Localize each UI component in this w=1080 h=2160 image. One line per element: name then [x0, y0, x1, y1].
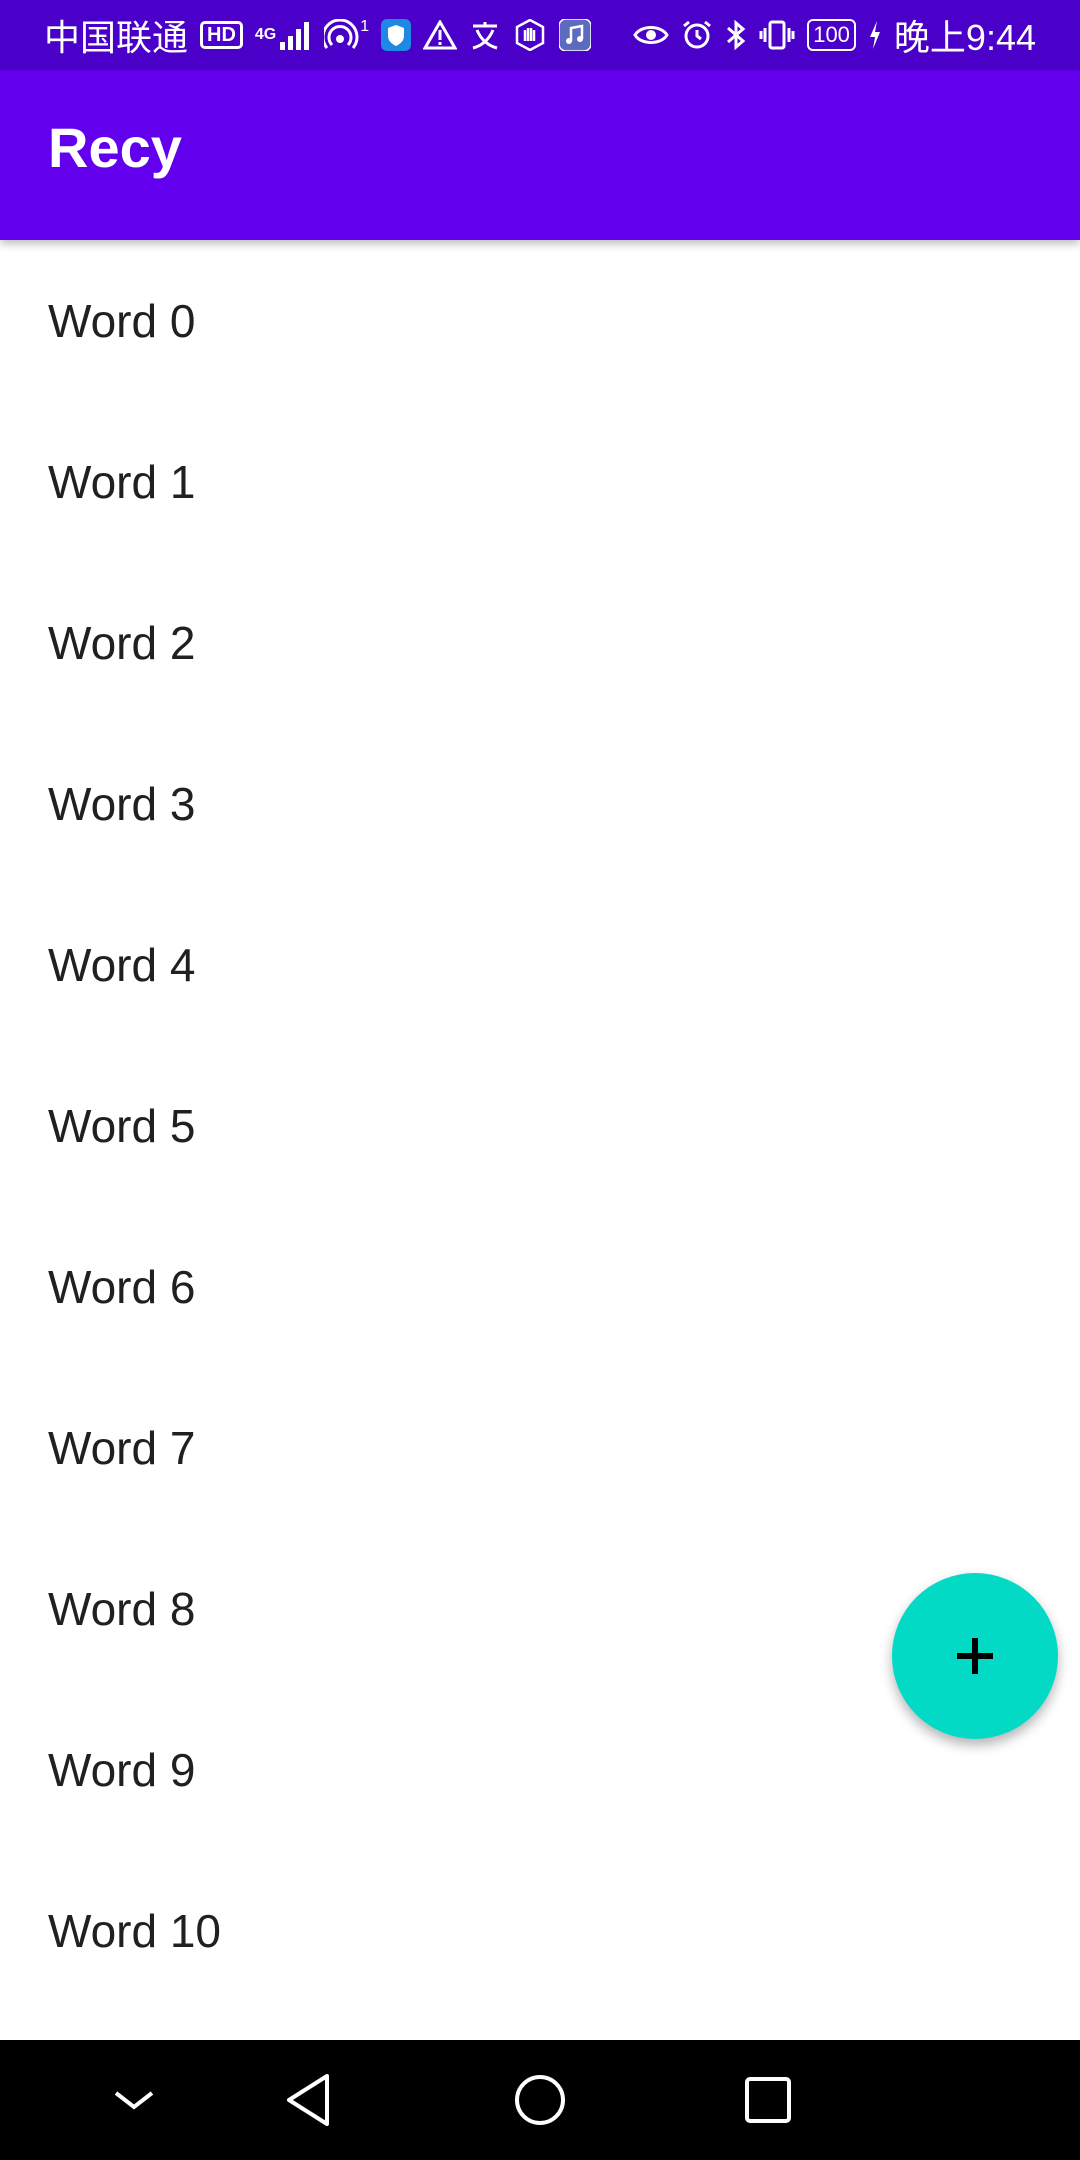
warning-icon	[423, 20, 458, 50]
list-item[interactable]: Word 2	[0, 562, 1080, 723]
list-item[interactable]: Word 0	[0, 240, 1080, 401]
list-item[interactable]: Word 1	[0, 401, 1080, 562]
back-button[interactable]	[268, 2060, 348, 2140]
battery-icon: 100	[807, 19, 856, 51]
eye-icon	[633, 22, 669, 48]
app-bar: Recy	[0, 70, 1080, 240]
battery-level: 100	[813, 22, 850, 47]
word-label: Word 4	[48, 938, 196, 991]
recents-icon	[745, 2077, 791, 2123]
word-label: Word 9	[48, 1743, 196, 1796]
list-item[interactable]: Word 3	[0, 723, 1080, 884]
signal-icon: 4G	[255, 20, 312, 50]
word-list[interactable]: Word 0 Word 1 Word 2 Word 3 Word 4 Word 5 Word…	[0, 240, 1080, 2040]
translate-icon	[469, 20, 501, 50]
hd-icon: HD	[200, 21, 243, 49]
alarm-icon	[681, 19, 713, 51]
recents-button[interactable]	[728, 2060, 808, 2140]
word-label: Word 5	[48, 1099, 196, 1152]
home-button[interactable]	[500, 2060, 580, 2140]
hand-icon	[513, 19, 547, 51]
list-item[interactable]: Word 6	[0, 1206, 1080, 1367]
list-item[interactable]: Word 10	[0, 1850, 1080, 2011]
word-label: Word 2	[48, 616, 196, 669]
app-title: Recy	[48, 116, 182, 179]
status-right: 100 晚上9:44	[633, 9, 1036, 61]
back-icon	[287, 2074, 329, 2126]
add-word-fab[interactable]	[892, 1573, 1058, 1739]
collapse-button[interactable]	[94, 2060, 174, 2140]
charging-icon	[868, 20, 882, 50]
signal-bars	[280, 22, 310, 50]
navigation-bar	[0, 2040, 1080, 2160]
word-label: Word 6	[48, 1260, 196, 1313]
word-label: Word 10	[48, 1904, 222, 1957]
carrier-label: 中国联通	[44, 17, 189, 58]
music-icon	[559, 19, 592, 51]
network-type-label: 4G	[254, 26, 277, 43]
list-item[interactable]: Word 5	[0, 1045, 1080, 1206]
status-left: 中国联通 HD 4G 1	[44, 9, 592, 61]
shield-icon	[381, 19, 412, 51]
status-bar: 中国联通 HD 4G 1 100 晚上9:44	[0, 0, 1080, 70]
bluetooth-icon	[725, 19, 747, 51]
word-label: Word 1	[48, 455, 196, 508]
list-item[interactable]: Word 4	[0, 884, 1080, 1045]
word-label: Word 8	[48, 1582, 196, 1635]
clock: 晚上9:44	[893, 17, 1036, 58]
word-label: Word 7	[48, 1421, 196, 1474]
word-label: Word 0	[48, 294, 196, 347]
hotspot-icon: 1	[324, 19, 369, 51]
list-item[interactable]: Word 7	[0, 1367, 1080, 1528]
vibrate-icon	[759, 19, 795, 51]
home-icon	[515, 2075, 565, 2125]
collapse-icon	[114, 2091, 154, 2110]
plus-icon	[957, 1638, 993, 1674]
word-label: Word 3	[48, 777, 196, 830]
hotspot-count: 1	[360, 18, 370, 35]
